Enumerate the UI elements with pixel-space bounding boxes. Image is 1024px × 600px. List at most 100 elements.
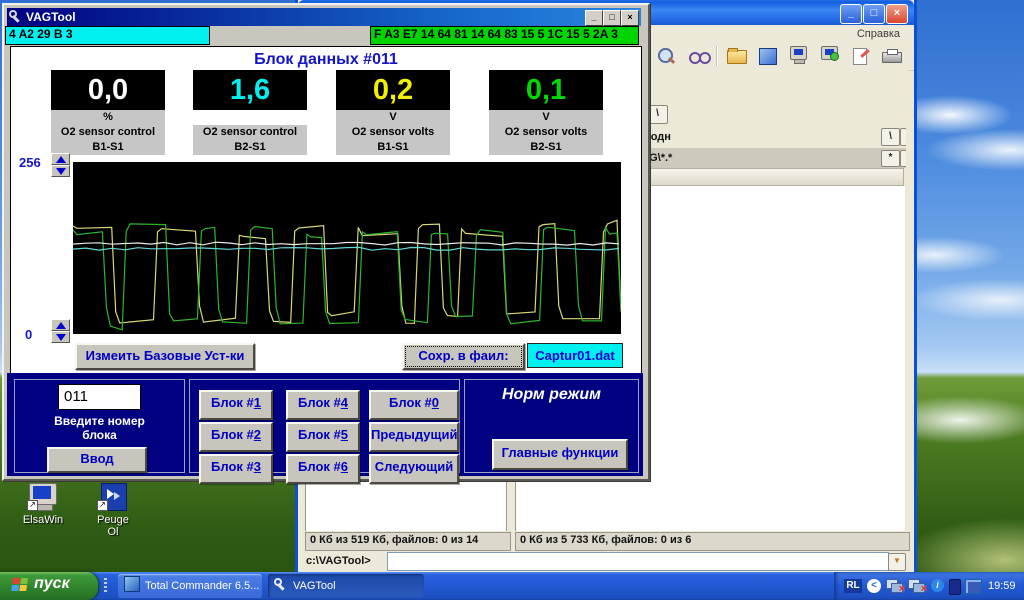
hex-data-right: F A3 E7 14 64 81 14 64 83 15 5 1C 15 5 2… bbox=[370, 26, 639, 45]
command-history-dropdown[interactable]: ▼ bbox=[888, 553, 906, 571]
display-label: O2 sensor controlB2-S1 bbox=[193, 125, 307, 155]
scale-bottom-spinner[interactable] bbox=[51, 319, 70, 343]
peugeot-icon: ↗ bbox=[97, 483, 129, 511]
change-base-settings-button[interactable]: Измеить Базовые Уст-ки bbox=[75, 343, 255, 370]
taskbar: пуск Total Commander 6.5... VAGTool RL <… bbox=[0, 572, 1024, 600]
block-button-6[interactable]: Предыдущий bbox=[369, 422, 459, 452]
capture-filename-field[interactable]: Captur01.dat bbox=[527, 343, 623, 368]
desktop-icon-label: Peuge bbox=[82, 514, 144, 526]
toolbar-separator bbox=[716, 46, 718, 66]
display-unit bbox=[193, 110, 307, 125]
up-dir-button[interactable]: .. bbox=[900, 128, 906, 146]
display-unit: V bbox=[489, 110, 603, 125]
vagtool-control-panel: 011 Введите номер блока Ввод Блок #1Блок… bbox=[7, 373, 643, 476]
desktop-icon-label-line2: Ol bbox=[82, 526, 144, 538]
enter-button[interactable]: Ввод bbox=[47, 447, 147, 473]
quicklaunch-separator[interactable] bbox=[104, 578, 107, 594]
tray-collapse-icon[interactable]: < bbox=[867, 579, 881, 593]
y-axis-max-label: 256 bbox=[19, 155, 41, 170]
block-button-grid: Блок #1 Блок #4 Блок #0 Блок #2 Блок #5 Преды… bbox=[190, 380, 459, 472]
start-button[interactable]: пуск bbox=[0, 572, 98, 600]
hex-data-left: 4 A2 29 B 3 bbox=[5, 26, 210, 45]
close-button[interactable]: × bbox=[621, 10, 639, 26]
total-commander-icon bbox=[124, 576, 140, 592]
main-functions-button[interactable]: Главные функции bbox=[492, 439, 628, 470]
display-unit: V bbox=[336, 110, 450, 125]
view-glasses-icon[interactable] bbox=[688, 46, 710, 66]
block-button-4[interactable]: Блок #2 bbox=[199, 422, 273, 452]
menu-item-help[interactable]: Справка bbox=[857, 28, 900, 40]
root-button[interactable]: \ bbox=[881, 128, 900, 146]
minimize-button[interactable]: _ bbox=[840, 4, 862, 24]
left-status-bar: 0 Кб из 519 Кб, файлов: 0 из 14 bbox=[305, 532, 511, 551]
close-button[interactable]: × bbox=[886, 4, 908, 24]
refresh-window-icon[interactable] bbox=[757, 46, 779, 66]
task-button-vagtool[interactable]: VAGTool bbox=[268, 574, 424, 598]
left-status-text: 0 Кб из 519 Кб, файлов: 0 из 14 bbox=[310, 534, 478, 546]
desktop-icon-label: ElsaWin bbox=[12, 514, 74, 526]
command-line-row: c:\VAGTool> ▼ bbox=[298, 552, 908, 570]
wrench-icon bbox=[9, 10, 23, 24]
spin-down-icon[interactable] bbox=[51, 165, 70, 177]
minimize-button[interactable]: _ bbox=[585, 10, 603, 26]
y-axis-min-label: 0 bbox=[25, 327, 32, 342]
block-button-9[interactable]: Следующий bbox=[369, 454, 459, 484]
elsawin-icon: ↗ bbox=[27, 483, 59, 511]
windows-logo-icon bbox=[11, 578, 29, 593]
data-block-title: Блок данных #011 bbox=[11, 51, 641, 69]
star-button[interactable]: * bbox=[881, 150, 900, 167]
display-group-4: 0,1 V O2 sensor voltsB2-S1 bbox=[489, 70, 603, 155]
language-indicator[interactable]: RL bbox=[844, 579, 862, 593]
search-icon[interactable] bbox=[656, 46, 678, 66]
spin-up-icon[interactable] bbox=[51, 319, 70, 331]
display-value: 1,6 bbox=[193, 70, 307, 110]
block-button-8[interactable]: Блок #6 bbox=[286, 454, 360, 484]
desktop-icon-elsawin[interactable]: ↗ ElsaWin bbox=[12, 483, 74, 526]
save-to-file-button[interactable]: Сохр. в фаил: bbox=[402, 343, 525, 370]
explorer-icon[interactable] bbox=[819, 46, 841, 66]
path-dropdown-button[interactable]: ▼ bbox=[900, 150, 906, 167]
block-button-7[interactable]: Блок #3 bbox=[199, 454, 273, 484]
display-value: 0,1 bbox=[489, 70, 603, 110]
vagtool-title-text: VAGTool bbox=[26, 10, 76, 24]
display-value: 0,0 bbox=[51, 70, 165, 110]
block-button-2[interactable]: Блок #4 bbox=[286, 390, 360, 420]
printer-icon[interactable] bbox=[881, 46, 903, 66]
maximize-button[interactable]: □ bbox=[603, 10, 621, 26]
network-disconnected-icon[interactable]: × bbox=[886, 579, 903, 592]
display-unit: % bbox=[51, 110, 165, 125]
clock: 19:59 bbox=[988, 572, 1016, 600]
wrench-icon bbox=[274, 577, 288, 591]
info-tray-icon[interactable]: i bbox=[931, 579, 944, 592]
display-label: O2 sensor controlB1-S1 bbox=[51, 125, 165, 155]
spin-up-icon[interactable] bbox=[51, 153, 70, 165]
right-status-bar: 0 Кб из 5 733 Кб, файлов: 0 из 6 bbox=[515, 532, 910, 551]
spin-down-icon[interactable] bbox=[51, 331, 70, 343]
task-button-total-commander[interactable]: Total Commander 6.5... bbox=[118, 574, 262, 598]
network-disconnected-icon-2[interactable]: × bbox=[908, 579, 925, 592]
folder-icon[interactable] bbox=[726, 46, 748, 66]
display-label: O2 sensor voltsB2-S1 bbox=[489, 125, 603, 155]
mode-label: Норм режим bbox=[465, 386, 638, 404]
drive-root-button[interactable]: \ bbox=[647, 105, 668, 124]
editor-icon[interactable] bbox=[850, 46, 872, 66]
shortcut-arrow-icon: ↗ bbox=[97, 500, 108, 511]
block-button-3[interactable]: Блок #0 bbox=[369, 390, 459, 420]
command-input[interactable] bbox=[387, 552, 889, 571]
display-label: O2 sensor voltsB1-S1 bbox=[336, 125, 450, 155]
vagtool-main-panel: Блок данных #011 0,0 % O2 sensor control… bbox=[10, 46, 642, 375]
vagtool-window: VAGTool _ □ × 4 A2 29 B 3 F A3 E7 14 64 … bbox=[2, 3, 650, 481]
vagtool-titlebar[interactable]: VAGTool _ □ × bbox=[7, 8, 641, 26]
computer-icon[interactable] bbox=[788, 46, 810, 66]
screen: ↗ ElsaWin ↗ Peuge Ol _ □ × Справка bbox=[0, 0, 1024, 600]
desktop-icon-peugeot[interactable]: ↗ Peuge Ol bbox=[82, 483, 144, 538]
left-file-panel[interactable] bbox=[305, 477, 507, 531]
display-tray-icon[interactable] bbox=[965, 579, 982, 594]
block-button-5[interactable]: Блок #5 bbox=[286, 422, 360, 452]
maximize-button[interactable]: □ bbox=[863, 4, 885, 24]
o2-sensor-graph bbox=[73, 162, 621, 334]
block-number-input[interactable]: 011 bbox=[58, 384, 141, 410]
battery-tray-icon[interactable] bbox=[949, 579, 961, 595]
block-button-1[interactable]: Блок #1 bbox=[199, 390, 273, 420]
scale-top-spinner[interactable] bbox=[51, 153, 70, 177]
